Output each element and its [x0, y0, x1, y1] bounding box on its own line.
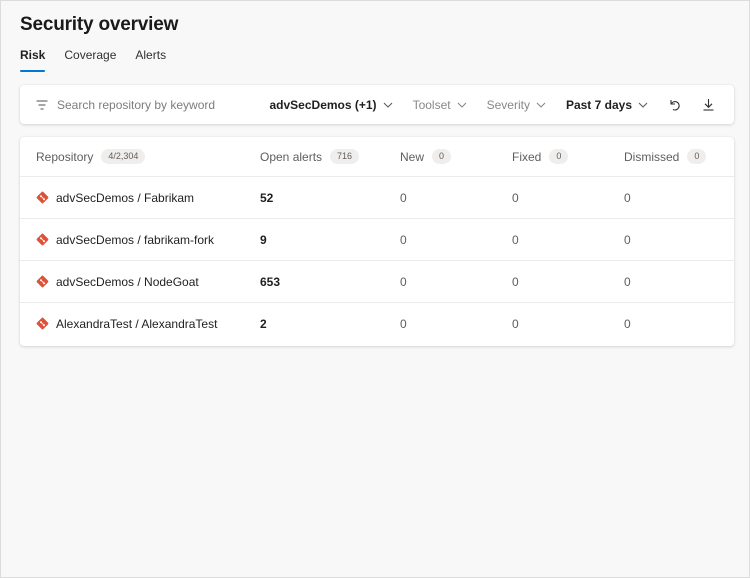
time-range-dropdown[interactable]: Past 7 days	[566, 98, 648, 112]
download-icon	[703, 99, 713, 111]
open-alerts-value: 2	[260, 316, 267, 331]
table-header-row: Repository 4/2,304 Open alerts 716 New 0…	[20, 137, 734, 176]
header-fixed[interactable]: Fixed 0	[512, 137, 569, 176]
header-open-alerts-label: Open alerts	[260, 149, 323, 164]
new-value: 0	[400, 316, 407, 331]
dismissed-value: 0	[624, 190, 631, 205]
chevron-down-icon	[457, 102, 466, 108]
open-alerts-value: 52	[260, 190, 274, 205]
fixed-value: 0	[512, 232, 519, 247]
new-value: 0	[400, 232, 407, 247]
project-filter-dropdown[interactable]: advSecDemos (+1)	[270, 98, 393, 112]
dismissed-value: 0	[624, 274, 631, 289]
dismissed-count-badge: 0	[687, 149, 707, 164]
chevron-down-icon	[638, 102, 648, 108]
table-row[interactable]: advSecDemos / Fabrikam 52 0 0 0	[20, 176, 734, 218]
dismissed-value: 0	[624, 232, 631, 247]
git-repo-icon	[36, 317, 49, 330]
page-title: Security overview	[20, 14, 179, 35]
filter-lines-icon	[36, 99, 48, 110]
repository-table: Repository 4/2,304 Open alerts 716 New 0…	[20, 137, 734, 346]
new-value: 0	[400, 190, 407, 205]
header-dismissed-label: Dismissed	[624, 149, 680, 164]
open-alerts-value: 653	[260, 274, 281, 289]
chevron-down-icon	[536, 102, 546, 108]
fixed-count-badge: 0	[549, 149, 569, 164]
header-fixed-label: Fixed	[512, 149, 542, 164]
filter-group: advSecDemos (+1) Toolset Severity Past 7…	[250, 85, 717, 124]
tab-bar: Risk Coverage Alerts	[20, 47, 185, 73]
open-alerts-count-badge: 716	[330, 149, 360, 164]
fixed-value: 0	[512, 190, 519, 205]
download-button[interactable]	[700, 97, 716, 113]
tab-risk[interactable]: Risk	[20, 47, 46, 73]
toolset-filter-label: Toolset	[412, 97, 451, 112]
toolset-filter-dropdown[interactable]: Toolset	[413, 98, 467, 112]
repository-cell: advSecDemos / NodeGoat	[36, 261, 199, 302]
header-new[interactable]: New 0	[400, 137, 452, 176]
chevron-down-icon	[383, 102, 392, 108]
repository-cell: advSecDemos / Fabrikam	[36, 177, 194, 218]
header-open-alerts[interactable]: Open alerts 716	[260, 137, 360, 176]
table-row[interactable]: advSecDemos / NodeGoat 653 0 0 0	[20, 260, 734, 302]
severity-filter-dropdown[interactable]: Severity	[487, 98, 546, 112]
repository-name[interactable]: advSecDemos / NodeGoat	[56, 275, 199, 289]
repository-name[interactable]: AlexandraTest / AlexandraTest	[56, 317, 217, 331]
new-count-badge: 0	[432, 149, 452, 164]
table-row[interactable]: AlexandraTest / AlexandraTest 2 0 0 0	[20, 302, 734, 344]
repository-name[interactable]: advSecDemos / fabrikam-fork	[56, 233, 214, 247]
project-filter-label: advSecDemos (+1)	[269, 97, 377, 112]
open-alerts-value: 9	[260, 232, 267, 247]
time-range-label: Past 7 days	[565, 97, 632, 112]
git-repo-icon	[36, 275, 49, 288]
repository-name[interactable]: advSecDemos / Fabrikam	[56, 191, 194, 205]
search-placeholder: Search repository by keyword	[57, 97, 216, 112]
git-repo-icon	[36, 233, 49, 246]
search-input[interactable]: Search repository by keyword	[36, 85, 215, 124]
header-dismissed[interactable]: Dismissed 0	[624, 137, 707, 176]
header-repository-label: Repository	[36, 149, 94, 164]
new-value: 0	[400, 274, 407, 289]
repository-cell: advSecDemos / fabrikam-fork	[36, 219, 214, 260]
filter-bar: Search repository by keyword advSecDemos…	[20, 85, 734, 124]
reset-button[interactable]	[666, 97, 682, 113]
undo-icon	[669, 100, 680, 111]
header-new-label: New	[400, 149, 425, 164]
repository-count-badge: 4/2,304	[101, 149, 146, 164]
fixed-value: 0	[512, 274, 519, 289]
dismissed-value: 0	[624, 316, 631, 331]
table-row[interactable]: advSecDemos / fabrikam-fork 9 0 0 0	[20, 218, 734, 260]
header-repository[interactable]: Repository 4/2,304	[36, 137, 146, 176]
git-repo-icon	[36, 191, 49, 204]
fixed-value: 0	[512, 316, 519, 331]
repository-cell: AlexandraTest / AlexandraTest	[36, 303, 217, 344]
tab-alerts[interactable]: Alerts	[135, 47, 166, 73]
tab-coverage[interactable]: Coverage	[64, 47, 116, 73]
severity-filter-label: Severity	[486, 97, 530, 112]
